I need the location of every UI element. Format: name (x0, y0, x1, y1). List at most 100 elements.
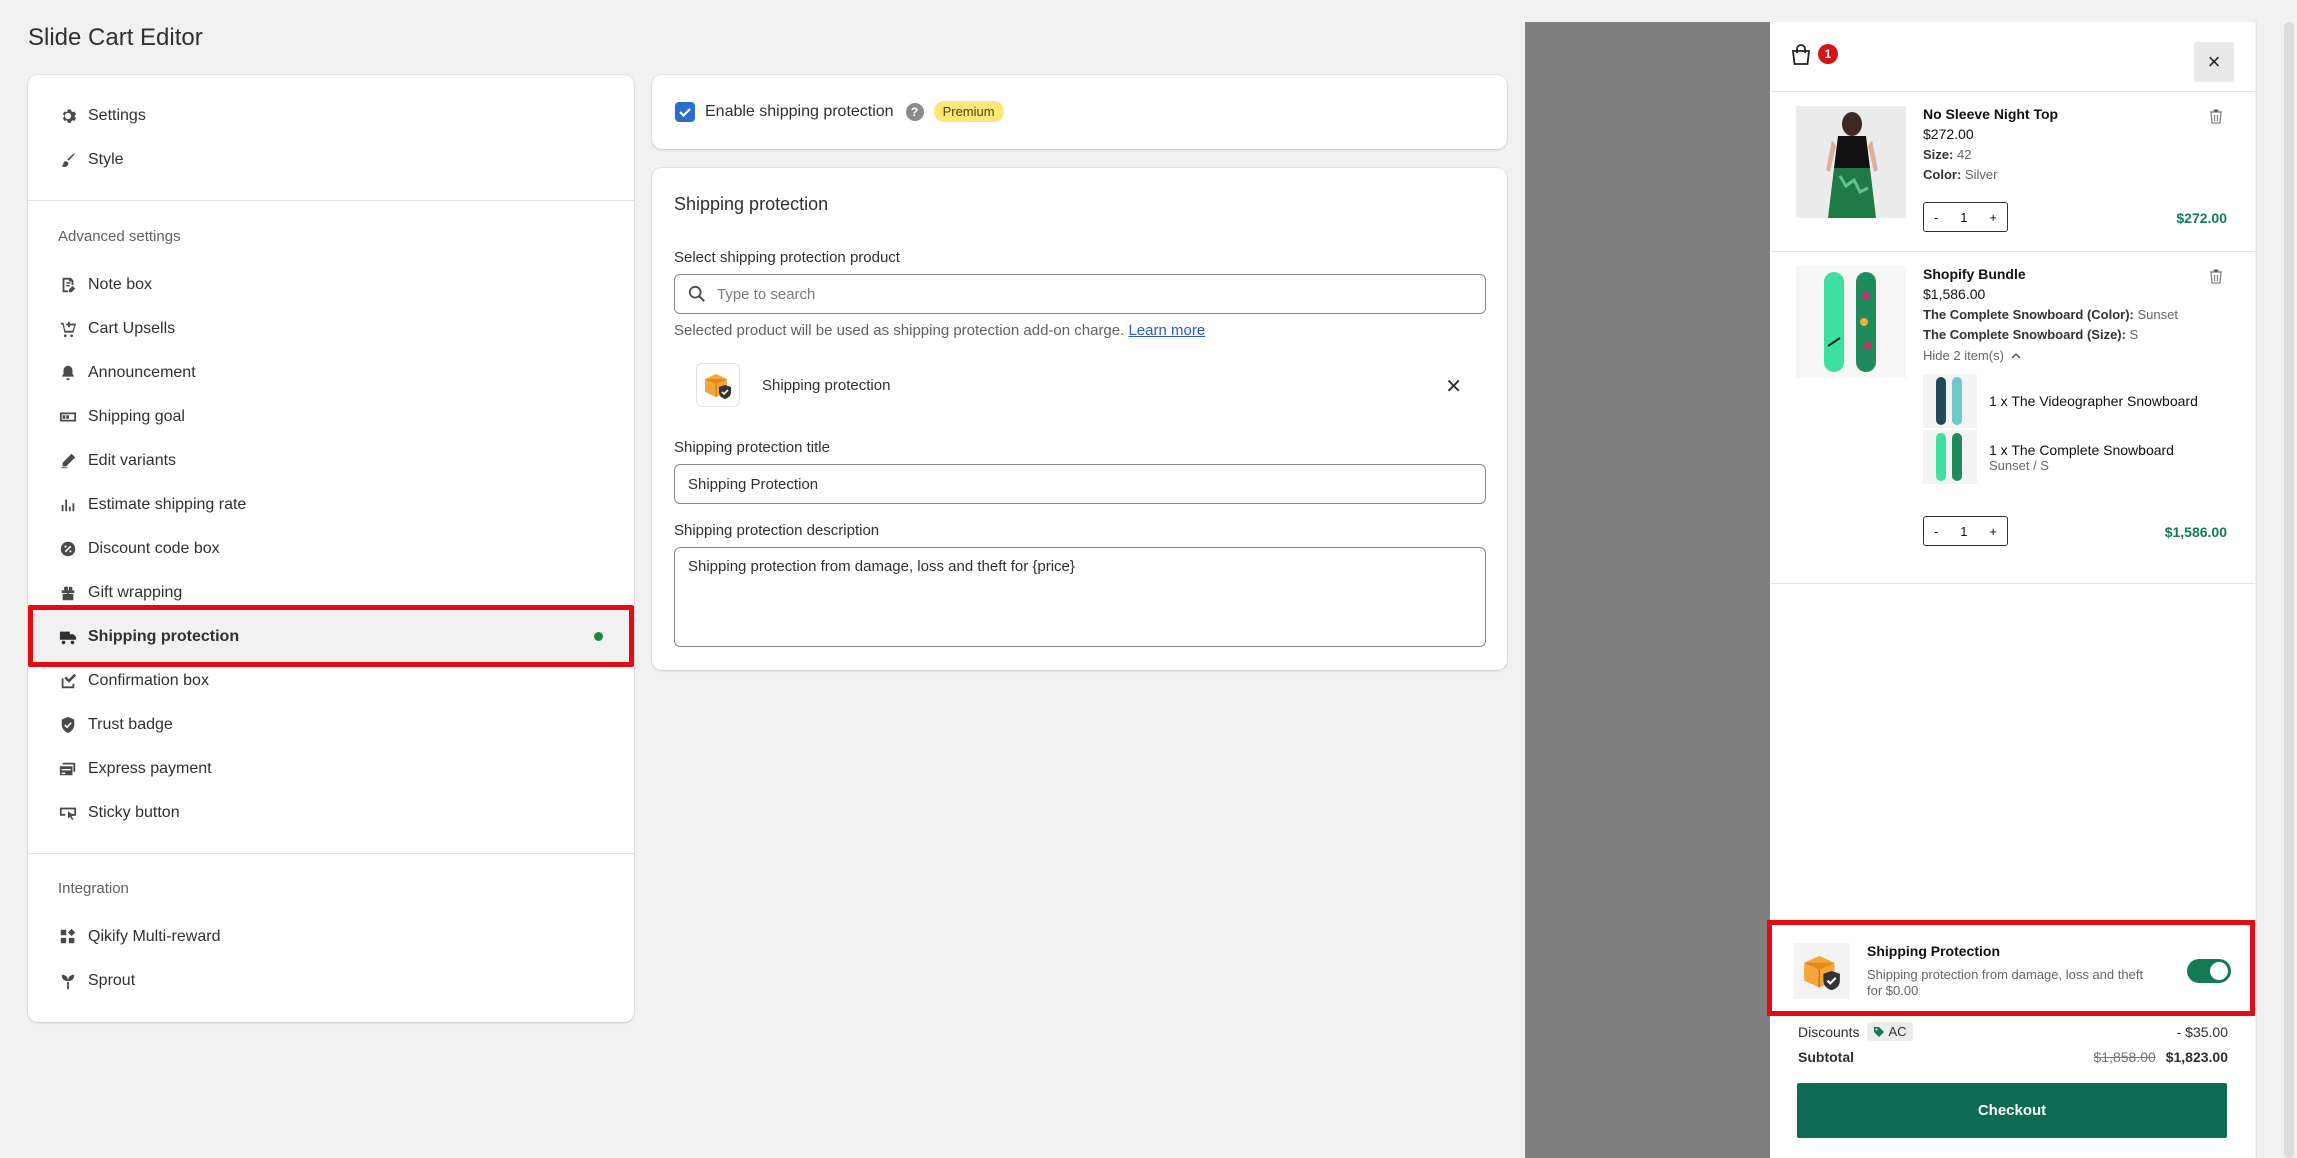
product-prop: The Complete Snowboard (Color): Sunset (1923, 307, 2178, 322)
product-name[interactable]: No Sleeve Night Top (1923, 106, 2058, 122)
sidebar-item-style[interactable]: Style (58, 140, 124, 180)
scrollbar[interactable] (2256, 22, 2297, 1158)
sidebar: Settings Style Advanced settings Note bo… (28, 75, 634, 1022)
qty-minus[interactable]: - (1934, 524, 1938, 539)
enable-label[interactable]: Enable shipping protection (705, 103, 894, 121)
sidebar-item-label: Express payment (88, 760, 212, 777)
sidebar-item-label: Estimate shipping rate (88, 496, 247, 513)
sidebar-item-label: Gift wrapping (88, 584, 183, 601)
product-prop: Size: 42 (1923, 147, 1972, 162)
search-placeholder: Type to search (717, 285, 816, 303)
sidebar-item-label: Qikify Multi-reward (88, 928, 221, 945)
subtotal-original: $1,858.00 (2093, 1049, 2156, 1065)
sidebar-item-sprout[interactable]: Sprout (58, 961, 135, 1001)
gear-icon (58, 106, 78, 126)
learn-more-link[interactable]: Learn more (1128, 322, 1205, 339)
protection-toggle[interactable] (2187, 959, 2231, 983)
pencil-icon (58, 451, 78, 471)
scrollbar-thumb[interactable] (2284, 22, 2294, 1158)
sidebar-item-qikify-multi-reward[interactable]: Qikify Multi-reward (58, 917, 220, 957)
section-title-advanced: Advanced settings (58, 228, 181, 245)
sidebar-item-label: Announcement (88, 364, 196, 381)
title-value: Shipping Protection (688, 475, 819, 493)
selected-product: Shipping protection ✕ (696, 362, 1486, 408)
sidebar-item-label: Settings (88, 107, 146, 124)
cart-upsell-icon (58, 319, 78, 339)
bundle-sub-item: 1 x The Complete Snowboard Sunset / S (1923, 430, 2174, 484)
sidebar-item-shipping-goal[interactable]: Shipping goal (58, 397, 185, 437)
gift-icon (58, 583, 78, 603)
product-prop: The Complete Snowboard (Size): S (1923, 327, 2139, 342)
trash-icon[interactable] (2208, 108, 2224, 124)
shipping-protection-card: Shipping protection Select shipping prot… (652, 168, 1507, 670)
sidebar-item-sticky-button[interactable]: Sticky button (58, 793, 180, 833)
sidebar-item-label: Note box (88, 276, 153, 293)
quantity-stepper[interactable]: - 1 + (1923, 202, 2008, 232)
enable-checkbox[interactable] (675, 101, 695, 122)
discounts-label: Discounts (1798, 1023, 1860, 1040)
remove-product-icon[interactable]: ✕ (1445, 374, 1462, 399)
search-icon (688, 285, 705, 302)
description-textarea[interactable]: Shipping protection from damage, loss an… (674, 547, 1486, 647)
bag-icon (1791, 44, 1811, 65)
sidebar-item-discount-code-box[interactable]: Discount code box (58, 529, 220, 569)
sidebar-item-express-payment[interactable]: Express payment (58, 749, 212, 789)
product-prop: Color: Silver (1923, 167, 1998, 182)
sidebar-item-announcement[interactable]: Announcement (58, 353, 196, 393)
checkbox-icon (58, 671, 78, 691)
bar-chart-icon (58, 495, 78, 515)
package-shield-icon (705, 374, 731, 399)
sidebar-item-confirmation-box[interactable]: Confirmation box (58, 661, 209, 701)
card-heading: Shipping protection (674, 194, 829, 214)
product-image (1796, 266, 1906, 378)
enable-card: Enable shipping protection ? Premium (652, 75, 1507, 149)
sidebar-item-note-box[interactable]: Note box (58, 265, 152, 305)
sticky-button-icon (58, 803, 78, 823)
discount-code: AC (1888, 1024, 1907, 1039)
subtotal-label: Subtotal (1798, 1049, 1854, 1065)
product-thumbnail (696, 363, 740, 407)
close-cart-button[interactable]: × (2194, 42, 2234, 82)
check-icon (679, 107, 691, 117)
premium-badge: Premium (933, 101, 1004, 122)
sub-item-image (1923, 430, 1977, 484)
discount-chip: AC (1867, 1022, 1913, 1041)
sidebar-item-estimate-shipping-rate[interactable]: Estimate shipping rate (58, 485, 246, 525)
title-input[interactable]: Shipping Protection (674, 464, 1486, 504)
product-help-text: Selected product will be used as shippin… (674, 322, 1205, 339)
sidebar-item-label: Discount code box (88, 540, 220, 557)
qty-value[interactable]: 1 (1960, 210, 1967, 225)
sidebar-item-settings[interactable]: Settings (58, 96, 146, 136)
qty-value[interactable]: 1 (1960, 524, 1967, 539)
product-price: $272.00 (1923, 126, 1974, 142)
shield-icon (58, 715, 78, 735)
title-label: Shipping protection title (674, 439, 830, 456)
bell-icon (58, 363, 78, 383)
cart-item: Shopify Bundle $1,586.00 The Complete Sn… (1770, 252, 2255, 584)
card-icon (58, 759, 78, 779)
quantity-stepper[interactable]: - 1 + (1923, 516, 2008, 546)
discount-icon (58, 539, 78, 559)
checkout-button[interactable]: Checkout (1797, 1083, 2227, 1138)
sub-item-label: 1 x The Complete Snowboard (1989, 442, 2174, 458)
sidebar-item-cart-upsells[interactable]: Cart Upsells (58, 309, 175, 349)
bundle-toggle[interactable]: Hide 2 item(s) (1923, 348, 2022, 363)
sidebar-item-label: Cart Upsells (88, 320, 176, 337)
product-label: Select shipping protection product (674, 249, 900, 266)
sidebar-item-label: Trust badge (88, 716, 173, 733)
protection-title: Shipping Protection (1867, 943, 2000, 959)
qty-minus[interactable]: - (1934, 210, 1938, 225)
divider (28, 853, 634, 854)
trash-icon[interactable] (2208, 268, 2224, 284)
qty-plus[interactable]: + (1989, 524, 1997, 539)
sidebar-item-trust-badge[interactable]: Trust badge (58, 705, 173, 745)
tag-icon (1874, 1026, 1885, 1037)
qty-plus[interactable]: + (1989, 210, 1997, 225)
discount-value: - $35.00 (2176, 1023, 2228, 1040)
product-name[interactable]: Shopify Bundle (1923, 266, 2026, 282)
package-shield-icon (1804, 955, 1840, 991)
sidebar-item-edit-variants[interactable]: Edit variants (58, 441, 176, 481)
product-search-input[interactable]: Type to search (674, 274, 1486, 314)
discounts-row: Discounts AC - $35.00 (1798, 1022, 2228, 1041)
help-icon[interactable]: ? (905, 102, 924, 121)
